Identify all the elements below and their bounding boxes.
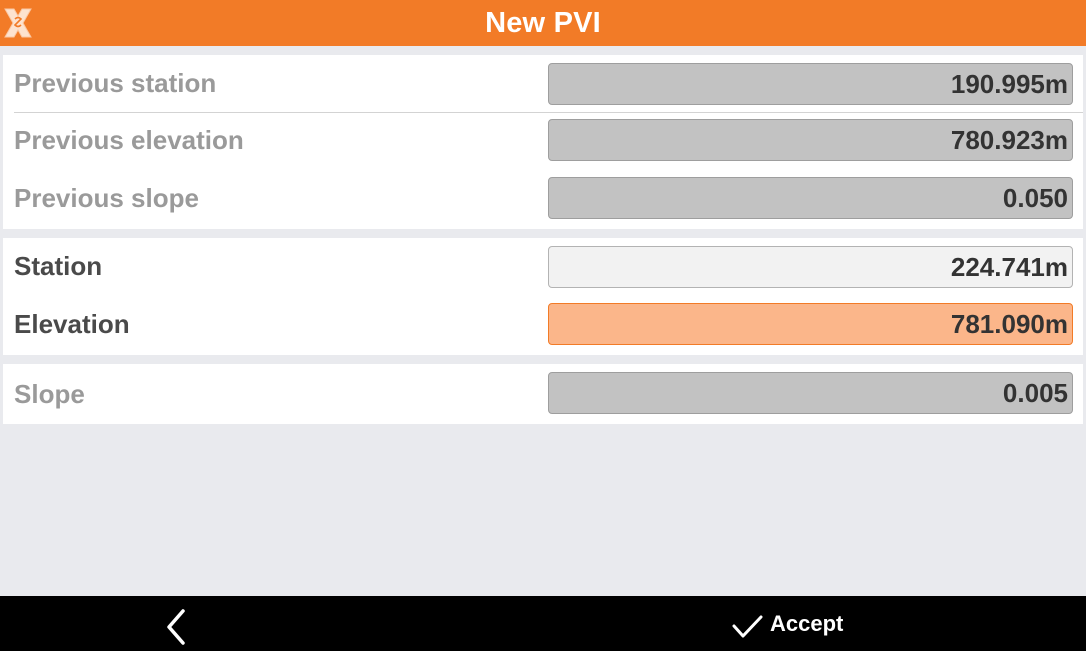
station-input[interactable]: 224.741m [548,246,1073,288]
title-bar: New PVI [0,0,1086,46]
back-button[interactable] [150,596,202,651]
previous-elevation-label: Previous elevation [14,125,244,155]
checkmark-icon [732,615,763,638]
station-label: Station [14,251,103,281]
elevation-input[interactable]: 781.090m [548,303,1073,345]
previous-slope-field: 0.050 [548,177,1073,219]
previous-station-field: 190.995m [548,63,1073,105]
chevron-left-icon [167,609,185,645]
previous-station-label: Previous station [14,68,217,98]
close-x-icon [4,8,32,38]
page-title: New PVI [485,6,601,39]
previous-slope-label: Previous slope [14,183,199,213]
elevation-label: Elevation [14,309,130,339]
bottom-bar: Accept [0,596,1086,651]
station-row: Station 224.741m [3,238,1083,295]
previous-elevation-row: Previous elevation 780.923m [3,112,1083,169]
previous-station-row: Previous station 190.995m [3,55,1083,112]
current-values-card: Station 224.741m Elevation 781.090m [3,238,1083,355]
close-button[interactable] [2,6,34,40]
accept-label: Accept [770,610,844,636]
previous-slope-row: Previous slope 0.050 [3,170,1083,227]
previous-elevation-field: 780.923m [548,119,1073,161]
elevation-row: Elevation 781.090m [3,296,1083,353]
previous-values-card: Previous station 190.995m Previous eleva… [3,55,1083,229]
slope-label: Slope [14,379,85,409]
accept-button[interactable]: Accept [730,596,860,651]
slope-card: Slope 0.005 [3,364,1083,424]
slope-row: Slope 0.005 [3,366,1083,423]
slope-field: 0.005 [548,372,1073,414]
